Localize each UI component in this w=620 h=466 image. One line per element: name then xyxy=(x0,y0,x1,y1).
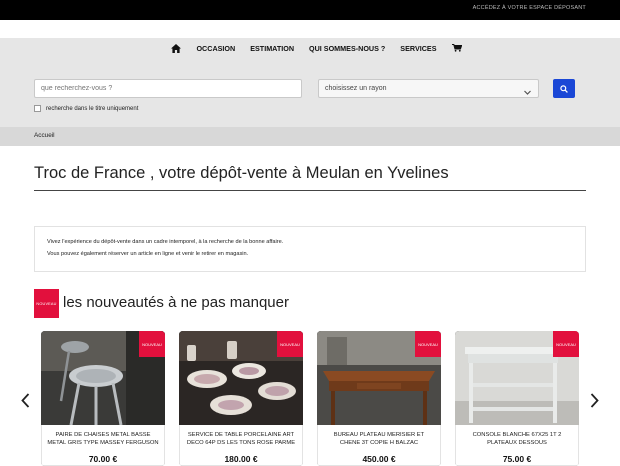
product-name[interactable]: PAIRE DE CHAISES METAL BASSE METAL GRIS … xyxy=(42,425,164,450)
intro-line-1: Vivez l'expérience du dépôt-vente dans u… xyxy=(47,239,284,245)
breadcrumb-home[interactable]: Accueil xyxy=(34,132,55,139)
product-name[interactable]: BUREAU PLATEAU MERISIER ET CHENE 3T COPI… xyxy=(318,425,440,450)
product-caption: CONSOLE BLANCHE 67X25 1T 2 PLATEAUX DESS… xyxy=(455,425,579,466)
product-price: 75.00 € xyxy=(502,454,532,464)
nav-qui-sommes-nous[interactable]: QUI SOMMES-NOUS ? xyxy=(309,44,385,53)
carousel-next-icon[interactable] xyxy=(590,393,599,413)
product-new-badge: NOUVEAU xyxy=(553,331,579,357)
product-new-badge: NOUVEAU xyxy=(277,331,303,357)
product-new-badge: NOUVEAU xyxy=(139,331,165,357)
depositor-space-link[interactable]: ACCÉDEZ À VOTRE ESPACE DÉPOSANT xyxy=(473,5,586,11)
title-only-option[interactable]: recherche dans le titre uniquement xyxy=(34,105,138,112)
home-icon[interactable] xyxy=(171,43,182,53)
rayon-select-value: choisissez un rayon xyxy=(325,85,387,92)
rayon-select[interactable]: choisissez un rayon xyxy=(318,79,539,98)
main-nav: OCCASION ESTIMATION QUI SOMMES-NOUS ? SE… xyxy=(0,41,620,55)
product-caption: SERVICE DE TABLE PORCELAINE ART DECO 64P… xyxy=(179,425,303,466)
product-caption: PAIRE DE CHAISES METAL BASSE METAL GRIS … xyxy=(41,425,165,466)
product-card[interactable]: NOUVEAU BUREAU PLATEAU MERISIER ET CHENE… xyxy=(317,331,441,466)
product-caption: BUREAU PLATEAU MERISIER ET CHENE 3T COPI… xyxy=(317,425,441,466)
product-card[interactable]: NOUVEAU SERVICE DE TABLE PORCELAINE ART … xyxy=(179,331,303,466)
chevron-down-icon xyxy=(524,86,531,103)
product-price: 70.00 € xyxy=(88,454,118,464)
title-only-label: recherche dans le titre uniquement xyxy=(46,105,139,112)
top-bar: ACCÉDEZ À VOTRE ESPACE DÉPOSANT xyxy=(0,0,620,20)
product-card[interactable]: NOUVEAU PAIRE DE CHAISES METAL BASSE MET… xyxy=(41,331,165,466)
product-card[interactable]: NOUVEAU CONSOLE BLANCHE 67X25 1T 2 PLATE… xyxy=(455,331,579,466)
new-section-heading: les nouveautés à ne pas manquer xyxy=(63,294,289,311)
product-price: 450.00 € xyxy=(362,454,396,464)
page-title: Troc de France , votre dépôt-vente à Meu… xyxy=(34,164,449,182)
search-button[interactable] xyxy=(553,79,575,98)
product-new-badge: NOUVEAU xyxy=(415,331,441,357)
intro-line-2: Vous pouvez également réserver un articl… xyxy=(47,251,249,257)
product-price: 180.00 € xyxy=(224,454,258,464)
title-only-checkbox[interactable] xyxy=(34,105,41,112)
breadcrumb-bar xyxy=(0,127,620,146)
search-input[interactable] xyxy=(34,79,302,98)
intro-box: Vivez l'expérience du dépôt-vente dans u… xyxy=(34,226,586,272)
nav-services[interactable]: SERVICES xyxy=(400,44,436,53)
cart-icon[interactable] xyxy=(451,44,462,52)
product-name[interactable]: CONSOLE BLANCHE 67X25 1T 2 PLATEAUX DESS… xyxy=(456,425,578,450)
nav-estimation[interactable]: ESTIMATION xyxy=(250,44,294,53)
product-name[interactable]: SERVICE DE TABLE PORCELAINE ART DECO 64P… xyxy=(180,425,302,450)
title-divider xyxy=(34,190,586,191)
search-icon xyxy=(560,80,568,98)
carousel-prev-icon[interactable] xyxy=(21,393,30,413)
nav-occasion[interactable]: OCCASION xyxy=(196,44,235,53)
new-section-badge: NOUVEAU xyxy=(34,289,59,318)
